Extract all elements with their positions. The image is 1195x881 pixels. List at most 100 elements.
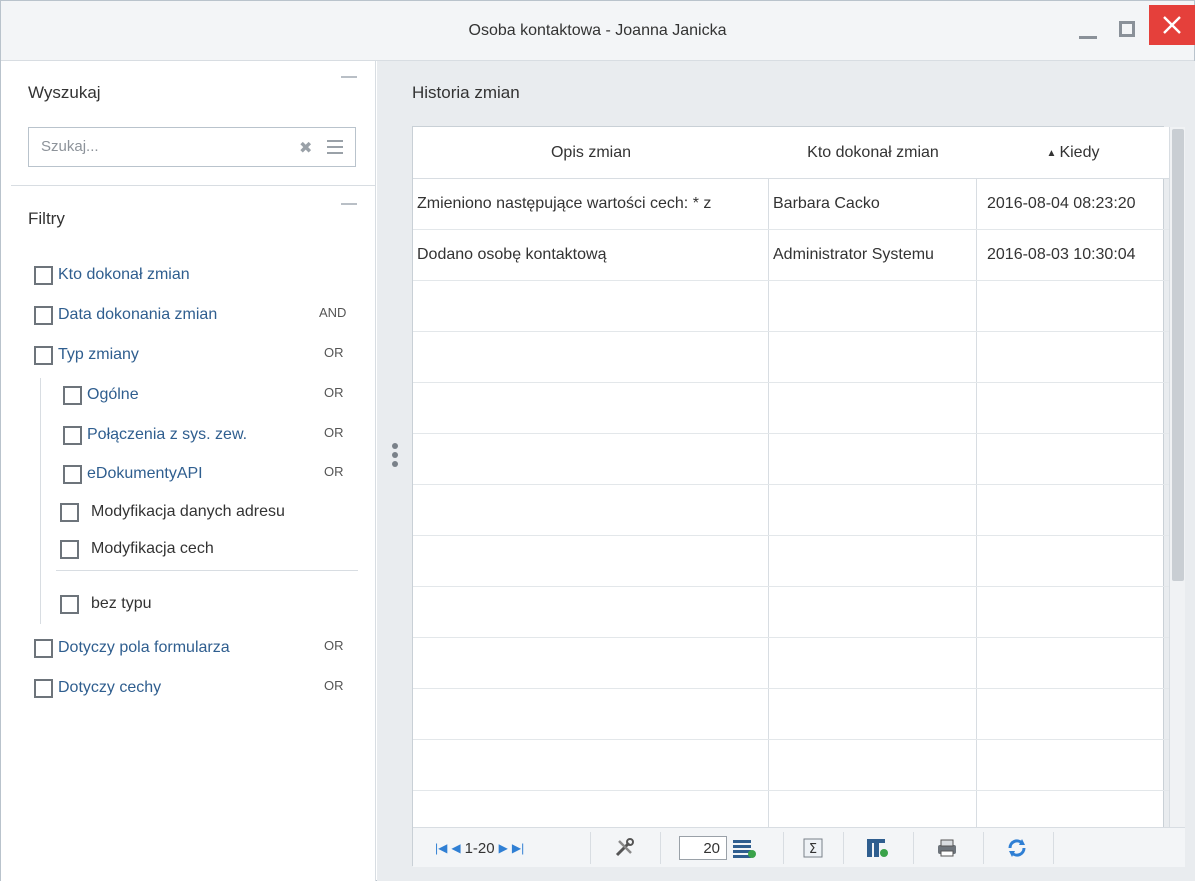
history-grid: Opis zmian Kto dokonał zmian ▲ Kiedy Zmie… bbox=[412, 126, 1185, 867]
checkbox[interactable] bbox=[60, 539, 79, 559]
section-divider bbox=[11, 185, 375, 186]
cell-kto: Administrator Systemu bbox=[773, 246, 934, 263]
refresh-button[interactable] bbox=[1005, 836, 1029, 860]
filter-modyfikacja-adresu[interactable]: Modyfikacja danych adresu bbox=[60, 500, 285, 524]
checkbox[interactable] bbox=[34, 305, 53, 325]
filter-operator[interactable]: OR bbox=[324, 345, 344, 360]
table-row[interactable]: Zmieniono następujące wartości cech: * z… bbox=[413, 179, 1169, 230]
toolbar-separator bbox=[843, 832, 844, 864]
window-title: Osoba kontaktowa - Joanna Janicka bbox=[468, 22, 727, 39]
filter-label: Modyfikacja danych adresu bbox=[91, 503, 285, 520]
checkbox[interactable] bbox=[60, 594, 79, 614]
column-header-label: Kiedy bbox=[1059, 144, 1100, 161]
tools-icon bbox=[615, 838, 634, 857]
filter-kto-dokonal[interactable]: Kto dokonał zmian bbox=[34, 263, 190, 287]
filter-polaczenia[interactable]: Połączenia z sys. zew. bbox=[63, 423, 247, 447]
pager: |◀ ◀ 1-20 ▶ ▶| bbox=[435, 836, 524, 860]
search-input[interactable] bbox=[41, 138, 291, 155]
minimize-button[interactable] bbox=[1068, 9, 1108, 49]
filter-dotyczy-cechy[interactable]: Dotyczy cechy bbox=[34, 676, 161, 700]
next-page-icon[interactable]: ▶ bbox=[499, 841, 508, 855]
page-range: 1-20 bbox=[464, 839, 495, 857]
page-size-icon[interactable] bbox=[731, 837, 757, 859]
grid-toolbar: |◀ ◀ 1-20 ▶ ▶| 20 Σ bbox=[413, 827, 1185, 867]
filter-label: bez typu bbox=[91, 595, 152, 612]
column-header-kiedy[interactable]: ▲ Kiedy bbox=[977, 127, 1169, 179]
empty-row bbox=[413, 689, 1169, 740]
prev-page-icon[interactable]: ◀ bbox=[451, 841, 460, 855]
filter-label: Data dokonania zmian bbox=[58, 306, 218, 323]
print-button[interactable] bbox=[935, 836, 959, 860]
maximize-icon bbox=[1119, 21, 1135, 37]
maximize-button[interactable] bbox=[1107, 9, 1147, 49]
filter-operator[interactable]: AND bbox=[319, 305, 346, 320]
splitter-handle[interactable] bbox=[389, 443, 401, 473]
filter-typ-zmiany[interactable]: Typ zmiany bbox=[34, 343, 139, 367]
filter-label: Modyfikacja cech bbox=[91, 540, 214, 557]
checkbox[interactable] bbox=[34, 345, 53, 365]
checkbox[interactable] bbox=[34, 638, 53, 658]
checkbox[interactable] bbox=[34, 265, 53, 285]
left-panel: Wyszukaj ✖ Filtry Kto dokonał zmian Data… bbox=[1, 61, 376, 881]
empty-row bbox=[413, 434, 1169, 485]
empty-row bbox=[413, 485, 1169, 536]
search-section-title: Wyszukaj bbox=[28, 83, 101, 102]
tools-button[interactable] bbox=[613, 836, 635, 860]
tree-line bbox=[40, 378, 41, 624]
vertical-scrollbar[interactable] bbox=[1169, 127, 1185, 827]
filter-label: Dotyczy cechy bbox=[58, 679, 162, 696]
sort-asc-icon: ▲ bbox=[1046, 147, 1057, 159]
column-header-kto[interactable]: Kto dokonał zmian bbox=[769, 127, 977, 179]
search-options-icon[interactable] bbox=[327, 140, 343, 158]
filter-operator[interactable]: OR bbox=[324, 464, 344, 479]
checkbox[interactable] bbox=[63, 385, 82, 405]
clear-icon[interactable]: ✖ bbox=[299, 138, 312, 158]
column-header-opis[interactable]: Opis zmian bbox=[413, 127, 769, 179]
filter-operator[interactable]: OR bbox=[324, 385, 344, 400]
last-page-icon[interactable]: ▶| bbox=[512, 841, 524, 855]
filter-label: eDokumentyAPI bbox=[87, 465, 203, 482]
columns-button[interactable] bbox=[865, 836, 889, 860]
right-panel: Historia zmian Opis zmian Kto dokonał zm… bbox=[377, 61, 1195, 881]
filter-bez-typu[interactable]: bez typu bbox=[60, 592, 151, 616]
table-row[interactable]: Dodano osobę kontaktową Administrator Sy… bbox=[413, 230, 1169, 281]
cell-opis: Zmieniono następujące wartości cech: * z bbox=[417, 195, 712, 212]
checkbox[interactable] bbox=[63, 464, 82, 484]
page-size-input[interactable]: 20 bbox=[679, 836, 727, 860]
empty-row bbox=[413, 536, 1169, 587]
empty-row bbox=[413, 638, 1169, 689]
empty-row bbox=[413, 383, 1169, 434]
close-button[interactable] bbox=[1149, 5, 1195, 45]
checkbox[interactable] bbox=[63, 425, 82, 445]
grid-header: Opis zmian Kto dokonał zmian ▲ Kiedy bbox=[413, 127, 1169, 179]
sum-button[interactable]: Σ bbox=[803, 836, 823, 860]
toolbar-separator bbox=[913, 832, 914, 864]
cell-opis: Dodano osobę kontaktową bbox=[417, 246, 607, 263]
filter-operator[interactable]: OR bbox=[324, 678, 344, 693]
checkbox[interactable] bbox=[34, 678, 53, 698]
filter-edokumenty[interactable]: eDokumentyAPI bbox=[63, 462, 203, 486]
filter-label: Ogólne bbox=[87, 386, 139, 403]
filter-label: Typ zmiany bbox=[58, 346, 139, 363]
filter-modyfikacja-cech[interactable]: Modyfikacja cech bbox=[60, 537, 214, 561]
filter-operator[interactable]: OR bbox=[324, 638, 344, 653]
checkbox[interactable] bbox=[60, 502, 79, 522]
columns-icon bbox=[867, 839, 888, 857]
filters-collapse-button[interactable] bbox=[341, 203, 357, 205]
filter-ogolne[interactable]: Ogólne bbox=[63, 383, 139, 407]
svg-text:Σ: Σ bbox=[809, 842, 817, 857]
filter-dotyczy-pola[interactable]: Dotyczy pola formularza bbox=[34, 636, 230, 660]
filter-operator[interactable]: OR bbox=[324, 425, 344, 440]
sum-icon: Σ bbox=[803, 838, 823, 858]
cell-kiedy: 2016-08-03 10:30:04 bbox=[987, 246, 1136, 263]
filter-data-dokonania[interactable]: Data dokonania zmian bbox=[34, 303, 217, 327]
first-page-icon[interactable]: |◀ bbox=[435, 841, 447, 855]
page-size-control: 20 bbox=[679, 836, 757, 860]
search-collapse-button[interactable] bbox=[341, 76, 357, 78]
search-box: ✖ bbox=[28, 127, 356, 167]
scroll-thumb[interactable] bbox=[1172, 129, 1184, 581]
toolbar-separator bbox=[590, 832, 591, 864]
cell-kiedy: 2016-08-04 08:23:20 bbox=[987, 195, 1136, 212]
empty-row bbox=[413, 332, 1169, 383]
filter-label: Połączenia z sys. zew. bbox=[87, 426, 248, 443]
